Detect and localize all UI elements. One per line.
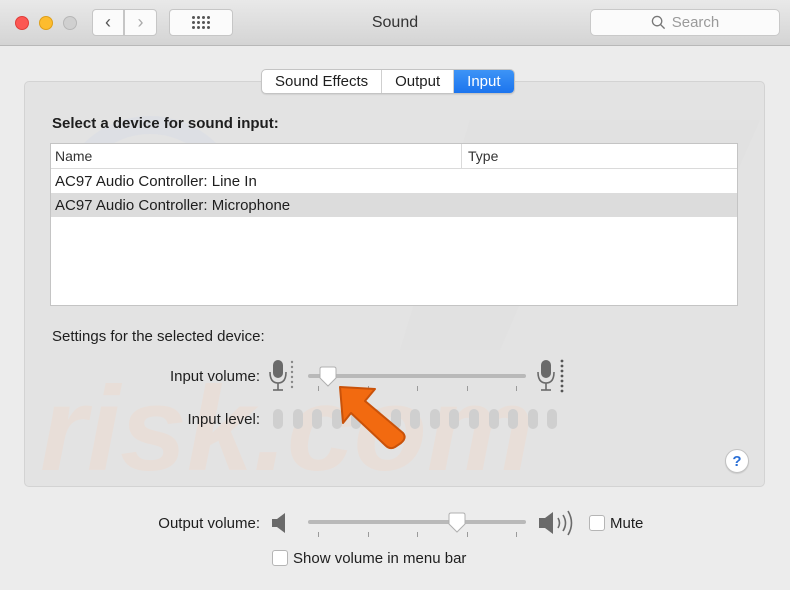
output-volume-slider[interactable]	[308, 512, 526, 542]
annotation-arrow-icon	[339, 386, 406, 450]
level-segment	[547, 409, 558, 429]
level-segment	[273, 409, 283, 429]
slider-thumb[interactable]	[447, 512, 467, 533]
level-segment	[488, 409, 499, 429]
slider-tick	[367, 532, 369, 537]
level-segment	[292, 409, 303, 429]
tab-input[interactable]: Input	[454, 70, 514, 93]
output-volume-label: Output volume:	[158, 515, 260, 532]
slider-tick	[466, 386, 468, 391]
table-row[interactable]: AC97 Audio Controller: Line In	[51, 169, 737, 193]
column-header-type[interactable]: Type	[462, 144, 498, 168]
tab-sound-effects[interactable]: Sound Effects	[262, 70, 383, 93]
level-segment	[508, 409, 519, 429]
speaker-low-icon	[272, 513, 285, 533]
table-header: Name Type	[51, 144, 737, 169]
mute-checkbox[interactable]	[589, 515, 605, 531]
column-header-name[interactable]: Name	[51, 144, 462, 168]
speaker-high-icon	[539, 510, 573, 536]
level-segment	[429, 409, 440, 429]
microphone-high-icon	[537, 359, 564, 393]
show-volume-checkbox[interactable]	[272, 550, 288, 566]
slider-tick	[417, 386, 418, 391]
level-segment	[449, 409, 460, 429]
slider-track	[308, 520, 526, 524]
device-table: Name Type AC97 Audio Controller: Line In…	[50, 143, 738, 306]
level-segment	[312, 409, 323, 429]
level-segment	[469, 409, 479, 429]
device-name: AC97 Audio Controller: Line In	[55, 172, 257, 190]
slider-tick	[516, 532, 517, 537]
settings-label: Settings for the selected device:	[52, 328, 265, 345]
mute-label: Mute	[610, 515, 644, 532]
tab-bar: Sound Effects Output Input	[261, 69, 515, 94]
section-title: Select a device for sound input:	[52, 115, 279, 132]
device-name: AC97 Audio Controller: Microphone	[55, 196, 291, 214]
microphone-low-icon	[269, 360, 294, 391]
show-volume-label: Show volume in menu bar	[293, 550, 467, 567]
slider-tick	[417, 532, 418, 537]
slider-tick	[516, 386, 517, 391]
slider-track	[308, 374, 526, 378]
input-volume-label: Input volume:	[169, 368, 260, 385]
input-level-label: Input level:	[187, 411, 260, 428]
table-row-selected[interactable]: AC97 Audio Controller: Microphone	[51, 193, 737, 217]
slider-tick	[466, 532, 468, 537]
tab-output[interactable]: Output	[382, 70, 455, 93]
level-segment	[527, 409, 538, 429]
slider-tick	[318, 532, 319, 537]
help-button[interactable]: ?	[725, 449, 749, 473]
